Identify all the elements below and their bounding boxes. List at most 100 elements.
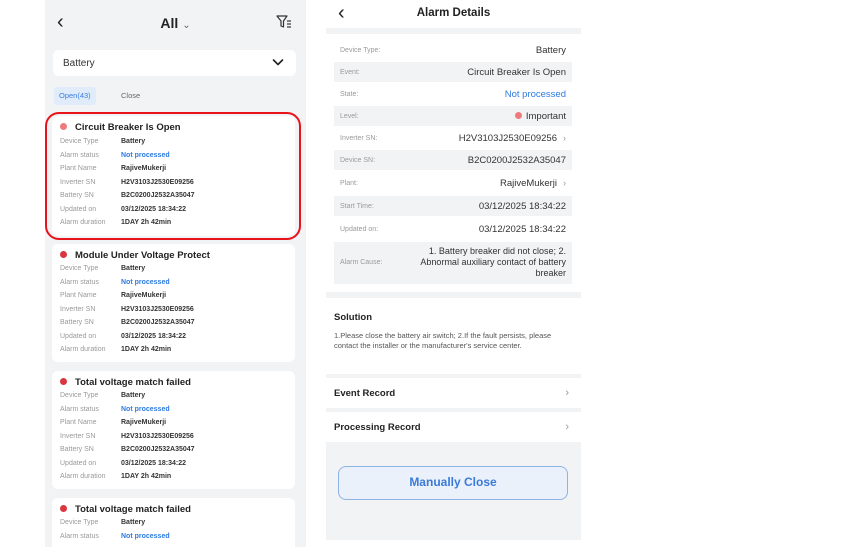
detail-value: RajiveMukerji › — [500, 178, 566, 189]
alarm-status-label: Alarm status — [60, 532, 99, 540]
updated-on-row: Updated on 03/12/2025 18:34:22 — [60, 458, 186, 470]
alarm-duration-value: 1DAY 2h 42min — [121, 473, 172, 480]
alarm-status-label: Alarm status — [60, 278, 99, 286]
updated-on-value: 03/12/2025 18:34:22 — [121, 332, 186, 340]
inverter-sn-value: H2V3103J2530E09256 — [121, 305, 194, 313]
plant-name-value: RajiveMukerji — [121, 292, 167, 299]
battery-sn-row: Battery SN B2C0200J2532A35047 — [60, 444, 195, 456]
battery-sn-value: B2C0200J2532A35047 — [121, 446, 195, 453]
level-value: Important — [525, 111, 566, 122]
device-type-label: Device Type — [60, 392, 99, 399]
tab-close[interactable]: Close — [116, 87, 145, 105]
alarm-card[interactable]: Total voltage match failed Device Type Ba… — [52, 498, 295, 547]
inverter-sn-value: H2V3103J2530E09256 — [121, 432, 194, 440]
detail-label: Inverter SN: — [340, 135, 378, 142]
manually-close-button[interactable]: Manually Close — [338, 466, 568, 500]
device-type-row: Device Type Battery — [60, 390, 145, 402]
alarm-duration-row: Alarm duration 1DAY 2h 42min — [60, 471, 171, 483]
inverter-sn-row: Inverter SN H2V3103J2530E09256 — [60, 304, 194, 316]
alarm-card[interactable]: Module Under Voltage Protect Device Type… — [52, 244, 295, 362]
device-type-value: Battery — [121, 519, 146, 526]
detail-value: 03/12/2025 18:34:22 — [478, 201, 566, 212]
detail-value: 03/12/2025 18:34:22 — [478, 224, 566, 235]
detail-row-device-type: Device Type: Battery — [334, 40, 572, 60]
alarm-details-panel: ‹ Alarm Details Device Type: Battery Eve… — [326, 0, 581, 540]
detail-label: Start Time: — [340, 203, 374, 210]
detail-row-inverter-sn[interactable]: Inverter SN: H2V3103J2530E09256 › — [334, 128, 572, 148]
updated-on-label: Updated on — [60, 459, 97, 467]
device-type-label: Device Type — [60, 265, 99, 272]
chevron-right-icon: › — [563, 178, 566, 188]
alarm-status-value: Not processed — [121, 532, 170, 540]
detail-value: Battery — [535, 45, 566, 56]
alarm-details-header: ‹ Alarm Details — [326, 0, 581, 28]
detail-label: Level: — [340, 113, 359, 120]
alarm-status-value: Not processed — [121, 405, 170, 413]
plant-name-label: Plant Name — [60, 292, 97, 299]
page-title: Alarm Details — [416, 7, 491, 19]
status-filter-label: All — [160, 15, 179, 31]
detail-row-event: Event: Circuit Breaker Is Open — [334, 62, 572, 82]
solution-text: 1.Please close the battery air switch; 2… — [334, 331, 552, 350]
selected-alarm-highlight — [45, 112, 301, 240]
updated-on-row: Updated on 03/12/2025 18:34:22 — [60, 331, 186, 343]
detail-row-alarm-cause: Alarm Cause: 1. Battery breaker did not … — [334, 242, 572, 284]
alarm-list-panel: ‹ All ⌄ Battery Open(43) Close Circuit Br… — [45, 0, 306, 547]
alarm-status-value: Not processed — [121, 278, 170, 286]
plant-name-value: RajiveMukerji — [121, 419, 167, 426]
alarm-title: Total voltage match failed — [75, 504, 191, 515]
device-type-row: Device Type Battery — [60, 517, 145, 529]
alarm-card-title: Total voltage match failed — [60, 504, 191, 515]
device-type-label: Device Type — [60, 519, 99, 526]
alarm-card[interactable]: Total voltage match failed Device Type Ba… — [52, 371, 295, 489]
updated-on-value: 03/12/2025 18:34:22 — [121, 459, 186, 467]
detail-value: Not processed — [504, 89, 566, 100]
alarm-level-dot-icon — [60, 378, 67, 385]
alarm-duration-label: Alarm duration — [60, 473, 106, 480]
device-type-dropdown-value: Battery — [63, 58, 95, 69]
important-level-dot-icon — [514, 112, 522, 119]
inverter-sn-label: Inverter SN — [60, 305, 96, 313]
status-filter-selector[interactable]: All ⌄ — [45, 15, 306, 31]
detail-row-state: State: Not processed — [334, 84, 572, 104]
plant-name-label: Plant Name — [60, 419, 97, 426]
processing-record-row[interactable]: Processing Record › — [326, 412, 581, 442]
chevron-right-icon: › — [565, 421, 569, 433]
detail-row-updated-on: Updated on: 03/12/2025 18:34:22 — [334, 219, 572, 239]
detail-value: Important — [514, 111, 566, 122]
plant-value: RajiveMukerji — [499, 178, 557, 189]
alarm-status-row: Alarm status Not processed — [60, 531, 170, 543]
tab-open[interactable]: Open(43) — [54, 87, 96, 105]
alarm-list-header: ‹ All ⌄ — [45, 0, 306, 44]
event-record-label: Event Record — [334, 388, 396, 399]
alarm-duration-value: 1DAY 2h 42min — [121, 346, 172, 353]
plant-name-row: Plant Name RajiveMukerji — [60, 417, 166, 429]
alarm-level-dot-icon — [60, 505, 67, 512]
device-type-dropdown[interactable]: Battery — [53, 50, 296, 76]
chevron-down-icon: ⌄ — [182, 20, 191, 31]
detail-label: State: — [340, 91, 359, 98]
alarm-status-row: Alarm status Not processed — [60, 277, 170, 289]
alarm-title: Total voltage match failed — [75, 377, 191, 388]
detail-label: Event: — [340, 69, 360, 76]
detail-row-level: Level: Important — [334, 106, 572, 126]
detail-row-plant[interactable]: Plant: RajiveMukerji › — [334, 173, 572, 193]
event-record-row[interactable]: Event Record › — [326, 378, 581, 408]
battery-sn-label: Battery SN — [60, 319, 94, 326]
detail-label: Device SN: — [340, 157, 376, 164]
processing-record-label: Processing Record — [334, 422, 421, 433]
filter-icon[interactable] — [276, 14, 292, 30]
alarm-title: Module Under Voltage Protect — [75, 250, 210, 261]
alarm-status-label: Alarm status — [60, 405, 99, 413]
detail-label: Plant: — [340, 180, 358, 187]
inverter-sn-label: Inverter SN — [60, 432, 96, 440]
battery-sn-label: Battery SN — [60, 446, 94, 453]
battery-sn-row: Battery SN B2C0200J2532A35047 — [60, 317, 195, 329]
detail-value: B2C0200J2532A35047 — [467, 155, 566, 166]
alarm-level-dot-icon — [60, 251, 67, 258]
detail-label: Updated on: — [340, 226, 379, 233]
plant-name-row: Plant Name RajiveMukerji — [60, 290, 166, 302]
solution-title: Solution — [334, 312, 372, 323]
detail-value: 1. Battery breaker did not close; 2. Abn… — [420, 246, 566, 278]
updated-on-label: Updated on — [60, 332, 97, 340]
